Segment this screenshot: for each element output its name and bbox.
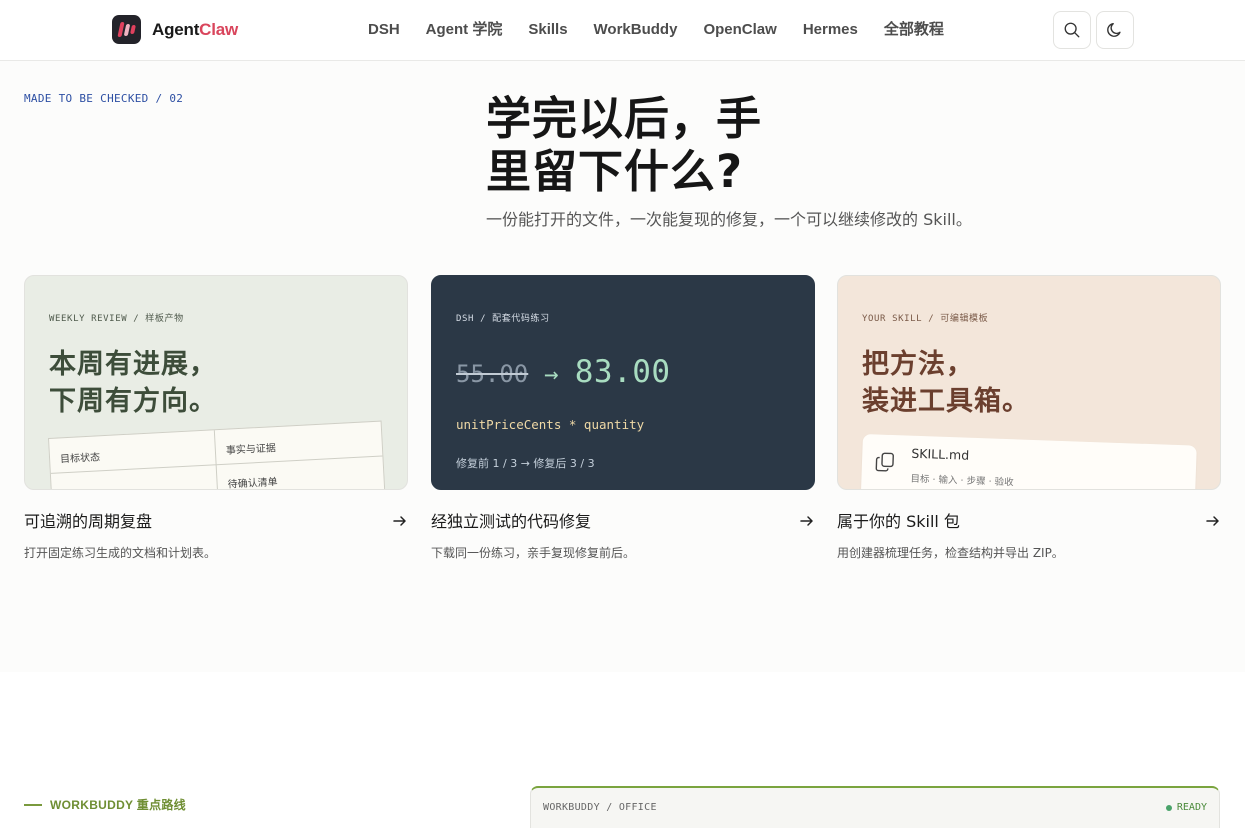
section-eyebrow: MADE TO BE CHECKED / 02 [24,92,184,105]
table-cell: 事实与证据 [225,443,277,457]
nav-link-workbuddy[interactable]: WorkBuddy [594,20,678,40]
card-title: 可追溯的周期复盘 [24,512,153,531]
status-dot-icon [1165,804,1172,811]
price-change: 55.00 → 83.00 [456,354,671,390]
panel-label: WORKBUDDY / OFFICE [543,802,657,813]
card-skill-pack[interactable]: YOUR SKILL / 可编辑模板 把方法， 装进工具箱。 SKILL.md 目… [837,275,1221,490]
status-badge: READY [1165,802,1207,813]
nav-link-agent-academy[interactable]: Agent 学院 [426,20,503,40]
hero-title-line-2: 里留下什么? [486,145,744,198]
card-weekly-review[interactable]: WEEKLY REVIEW / 样板产物 本周有进展， 下周有方向。 目标状态 事… [24,275,408,490]
moon-icon [1107,23,1121,37]
table-cell: 待确认清单 [227,477,278,490]
card-caption-code-fix[interactable]: 经独立测试的代码修复 下载同一份练习，亲手复现修复前后。 [431,512,815,560]
price-before: 55.00 [456,360,529,388]
price-arrow: → [544,360,559,388]
code-expression: unitPriceCents * quantity [456,417,645,432]
price-after: 83.00 [574,354,671,390]
hero-title: 学完以后，手 里留下什么? [486,92,806,198]
brand-name: AgentClaw [152,19,239,39]
logo-icon [112,15,141,44]
card-description: 打开固定练习生成的文档和计划表。 [24,546,217,560]
skill-file-preview: SKILL.md 目标 · 输入 · 步骤 · 验收 [860,434,1197,489]
top-nav: AgentClaw DSH Agent 学院 Skills WorkBuddy … [0,0,1245,61]
nav-link-dsh[interactable]: DSH [368,20,400,40]
search-button[interactable] [1053,11,1091,49]
arrow-right-icon [393,516,406,526]
file-name: SKILL.md [911,445,970,463]
nav-link-openclaw[interactable]: OpenClaw [703,20,776,40]
search-icon [1064,22,1080,38]
hero-subtitle: 一份能打开的文件，一次能复现的修复，一个可以继续修改的 Skill。 [486,210,972,229]
card-headline: 本周有进展， 下周有方向。 [49,349,217,417]
route-label: WORKBUDDY 重点路线 [24,796,186,813]
card-kicker: DSH / 配套代码练习 [456,314,550,324]
brand-logo[interactable]: AgentClaw [112,15,238,44]
arrow-right-icon [800,516,813,526]
card-code-fix[interactable]: DSH / 配套代码练习 55.00 → 83.00 unitPriceCent… [431,275,815,490]
test-result: 修复前 1 / 3 → 修复后 3 / 3 [456,457,595,470]
file-tags: 目标 · 输入 · 步骤 · 验收 [910,473,1014,489]
card-description: 用创建器梳理任务，检查结构并导出 ZIP。 [837,546,1064,560]
table-cell: 目标状态 [59,452,101,466]
card-title: 属于你的 Skill 包 [837,512,960,531]
hero-title-line-1: 学完以后，手 [486,92,763,145]
nav-link-all-tutorials[interactable]: 全部教程 [884,20,944,40]
nav-link-skills[interactable]: Skills [528,20,567,40]
card-kicker: WEEKLY REVIEW / 样板产物 [49,314,184,324]
review-table-preview: 目标状态 事实与证据 待确认清单 [48,420,386,490]
arrow-right-icon [1206,516,1219,526]
copy-file-icon [875,452,894,472]
primary-nav: DSH Agent 学院 Skills WorkBuddy OpenClaw H… [368,20,944,40]
card-caption-weekly-review[interactable]: 可追溯的周期复盘 打开固定练习生成的文档和计划表。 [24,512,408,560]
card-title: 经独立测试的代码修复 [431,512,592,531]
card-kicker: YOUR SKILL / 可编辑模板 [862,314,989,324]
card-headline: 把方法， 装进工具箱。 [862,349,1030,417]
office-panel: WORKBUDDY / OFFICE READY [530,786,1220,828]
nav-link-hermes[interactable]: Hermes [803,20,858,40]
card-caption-skill-pack[interactable]: 属于你的 Skill 包 用创建器梳理任务，检查结构并导出 ZIP。 [837,512,1221,560]
accent-dash [24,803,42,806]
card-description: 下载同一份练习，亲手复现修复前后。 [431,546,636,560]
theme-toggle-button[interactable] [1096,11,1134,49]
